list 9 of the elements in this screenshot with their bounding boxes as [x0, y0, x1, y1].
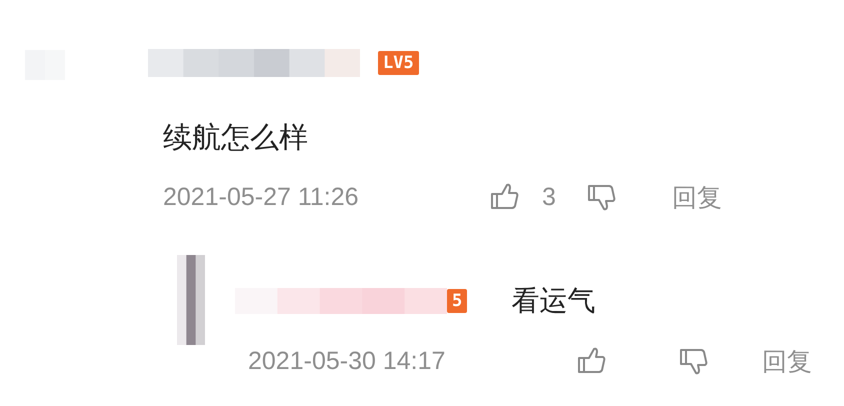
comment-time: 2021-05-27 11:26: [163, 182, 360, 212]
like-count: 3: [542, 182, 557, 212]
reply-link[interactable]: 回复: [672, 180, 722, 214]
reply-time: 2021-05-30 14:17: [248, 346, 446, 376]
reply-link[interactable]: 回复: [762, 344, 812, 378]
comment-text: 续航怎么样: [163, 119, 309, 156]
level-badge: 5: [447, 289, 468, 313]
level-badge: LV5: [378, 51, 419, 75]
reply-text: 看运气: [511, 283, 596, 319]
